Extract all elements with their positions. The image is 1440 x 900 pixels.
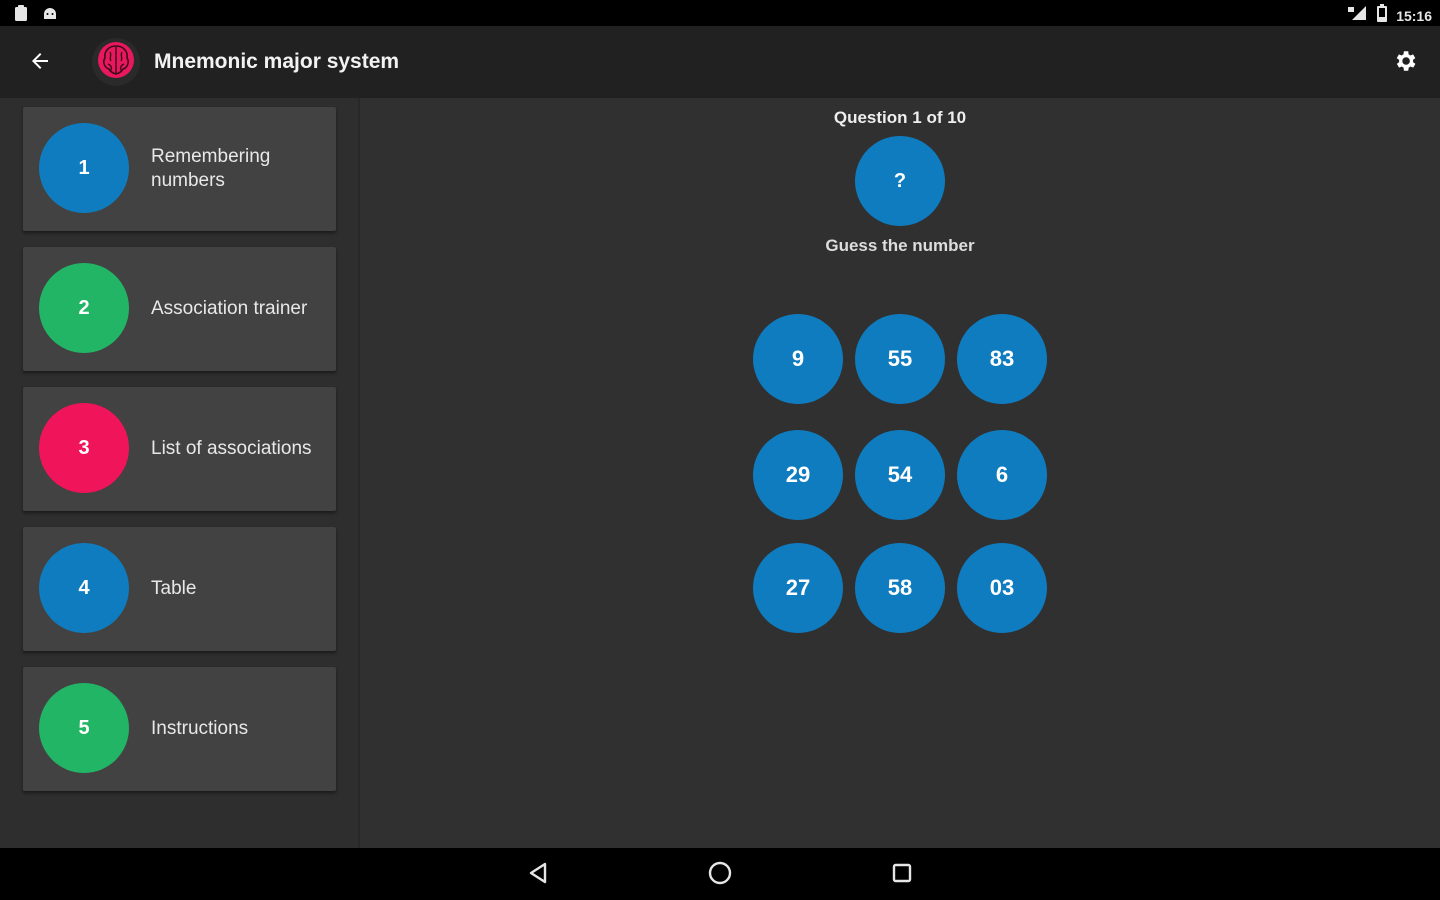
menu-item-label: Association trainer (151, 298, 308, 319)
menu-item-label: Table (151, 578, 197, 599)
quiz-prompt: Guess the number (825, 236, 975, 255)
quiz-panel: Question 1 of 10 ? Guess the number 9 55… (362, 98, 1440, 848)
answer-button[interactable]: 6 (957, 430, 1047, 520)
settings-button[interactable] (1390, 48, 1420, 78)
menu-item-label: List of associations (151, 438, 312, 459)
menu-item-label: Remembering numbers (151, 146, 271, 191)
system-nav-bar (0, 848, 1440, 900)
question-counter: Question 1 of 10 (833, 108, 967, 127)
gear-icon (1392, 48, 1418, 79)
answer-button[interactable]: 55 (855, 314, 945, 404)
brain-icon (96, 40, 136, 85)
back-button[interactable] (22, 46, 58, 80)
menu-number-badge: 5 (39, 683, 129, 773)
app-title: Mnemonic major system (154, 50, 400, 73)
menu-item-association-trainer[interactable]: 2 Association trainer (23, 247, 336, 371)
answer-button[interactable]: 83 (957, 314, 1047, 404)
nav-recents-button[interactable] (887, 860, 917, 890)
answer-button[interactable]: 58 (855, 543, 945, 633)
status-right-icons: 15:16 (1348, 4, 1432, 27)
nav-home-icon (707, 860, 733, 891)
menu-item-remembering-numbers[interactable]: 1 Remembering numbers (23, 107, 336, 231)
menu-number-badge: 2 (39, 263, 129, 353)
menu-number-badge: 3 (39, 403, 129, 493)
nav-back-icon (527, 861, 549, 890)
answer-button[interactable]: 54 (855, 430, 945, 520)
question-badge: ? (855, 136, 945, 226)
battery-icon (1376, 4, 1388, 27)
sidebar: 1 Remembering numbers 2 Association trai… (0, 98, 360, 848)
status-time: 15:16 (1396, 7, 1432, 24)
menu-item-list-of-associations[interactable]: 3 List of associations (23, 387, 336, 511)
menu-item-instructions[interactable]: 5 Instructions (23, 667, 336, 791)
menu-number-badge: 1 (39, 123, 129, 213)
app-bar: Mnemonic major system (0, 26, 1440, 98)
answer-button[interactable]: 29 (753, 430, 843, 520)
menu-number-badge: 4 (39, 543, 129, 633)
menu-item-label: Instructions (151, 718, 249, 739)
nav-home-button[interactable] (705, 860, 735, 890)
android-icon (42, 5, 58, 26)
status-bar: 15:16 (0, 0, 1440, 26)
answer-button[interactable]: 03 (957, 543, 1047, 633)
answer-button[interactable]: 27 (753, 543, 843, 633)
answer-button[interactable]: 9 (753, 314, 843, 404)
app-logo (92, 38, 140, 86)
arrow-back-icon (28, 49, 52, 78)
nav-back-button[interactable] (523, 860, 553, 890)
menu-item-table[interactable]: 4 Table (23, 527, 336, 651)
status-left-icons (14, 5, 58, 26)
clipboard-icon (14, 5, 28, 26)
signal-icon (1348, 5, 1368, 26)
nav-recents-icon (890, 861, 914, 890)
